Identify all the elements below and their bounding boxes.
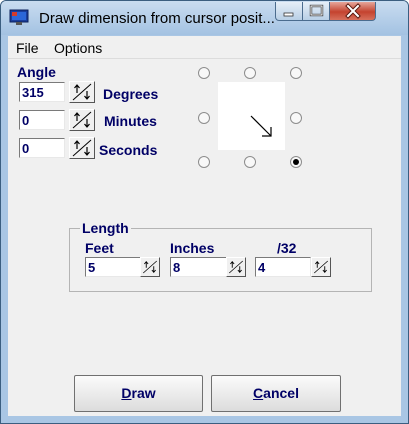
fraction-label: /32 xyxy=(277,240,297,256)
length-group: Length Feet 5 Inches 8 /32 4 xyxy=(69,220,372,292)
spinner-arrows-icon xyxy=(314,260,328,274)
direction-radio-up[interactable] xyxy=(244,67,256,79)
minutes-field[interactable]: 0 xyxy=(19,110,65,130)
inches-label: Inches xyxy=(170,240,215,256)
menu-file[interactable]: File xyxy=(16,40,39,56)
close-button[interactable] xyxy=(330,2,376,21)
direction-radio-down[interactable] xyxy=(244,156,256,168)
feet-spinner[interactable] xyxy=(140,257,160,277)
minutes-spinner[interactable] xyxy=(69,109,95,131)
arrow-down-right-icon xyxy=(250,115,272,137)
draw-button[interactable]: Draw xyxy=(74,375,203,412)
draw-mnemonic: D xyxy=(121,385,132,401)
title-bar[interactable]: Draw dimension from cursor posit... xyxy=(1,1,408,35)
menu-bar: File Options xyxy=(8,36,401,59)
inches-spinner[interactable] xyxy=(226,257,246,277)
direction-radio-left[interactable] xyxy=(198,112,210,124)
menu-options[interactable]: Options xyxy=(54,40,102,56)
cancel-button[interactable]: Cancel xyxy=(211,375,341,412)
monitor-app-icon xyxy=(9,9,29,25)
degrees-label: Degrees xyxy=(103,86,159,102)
close-icon xyxy=(345,3,361,19)
maximize-button[interactable] xyxy=(303,2,330,21)
maximize-icon xyxy=(309,4,324,17)
inches-field[interactable]: 8 xyxy=(170,257,227,277)
fraction-spinner[interactable] xyxy=(311,257,331,277)
cancel-mnemonic: C xyxy=(253,385,264,401)
spinner-arrows-icon xyxy=(72,83,92,101)
window-title: Draw dimension from cursor posit... xyxy=(39,10,275,27)
degrees-spinner[interactable] xyxy=(69,81,95,103)
spinner-arrows-icon xyxy=(72,139,92,157)
dialog-client-area: File Options Angle 315 Degrees 0 Minutes… xyxy=(8,36,401,416)
seconds-label: Seconds xyxy=(99,142,158,158)
draw-label-rest: raw xyxy=(131,385,156,401)
direction-radio-right[interactable] xyxy=(290,112,302,124)
angle-heading: Angle xyxy=(17,64,56,80)
cancel-label-rest: ancel xyxy=(263,385,299,401)
spinner-arrows-icon xyxy=(72,111,92,129)
spinner-arrows-icon xyxy=(229,260,243,274)
length-heading: Length xyxy=(80,220,131,236)
seconds-field[interactable]: 0 xyxy=(19,138,65,158)
direction-radio-down-right[interactable] xyxy=(290,156,302,168)
direction-radio-up-right[interactable] xyxy=(290,67,302,79)
fraction-field[interactable]: 4 xyxy=(255,257,311,277)
minimize-button[interactable] xyxy=(275,2,303,21)
direction-preview xyxy=(218,82,285,150)
feet-label: Feet xyxy=(85,240,114,256)
degrees-field[interactable]: 315 xyxy=(19,82,65,102)
minutes-label: Minutes xyxy=(104,113,157,129)
dialog-window: Draw dimension from cursor posit... File… xyxy=(0,0,409,424)
seconds-spinner[interactable] xyxy=(69,137,95,159)
minimize-icon xyxy=(283,12,294,17)
direction-radio-down-left[interactable] xyxy=(198,156,210,168)
feet-field[interactable]: 5 xyxy=(85,257,141,277)
direction-radio-up-left[interactable] xyxy=(198,67,210,79)
spinner-arrows-icon xyxy=(143,260,157,274)
